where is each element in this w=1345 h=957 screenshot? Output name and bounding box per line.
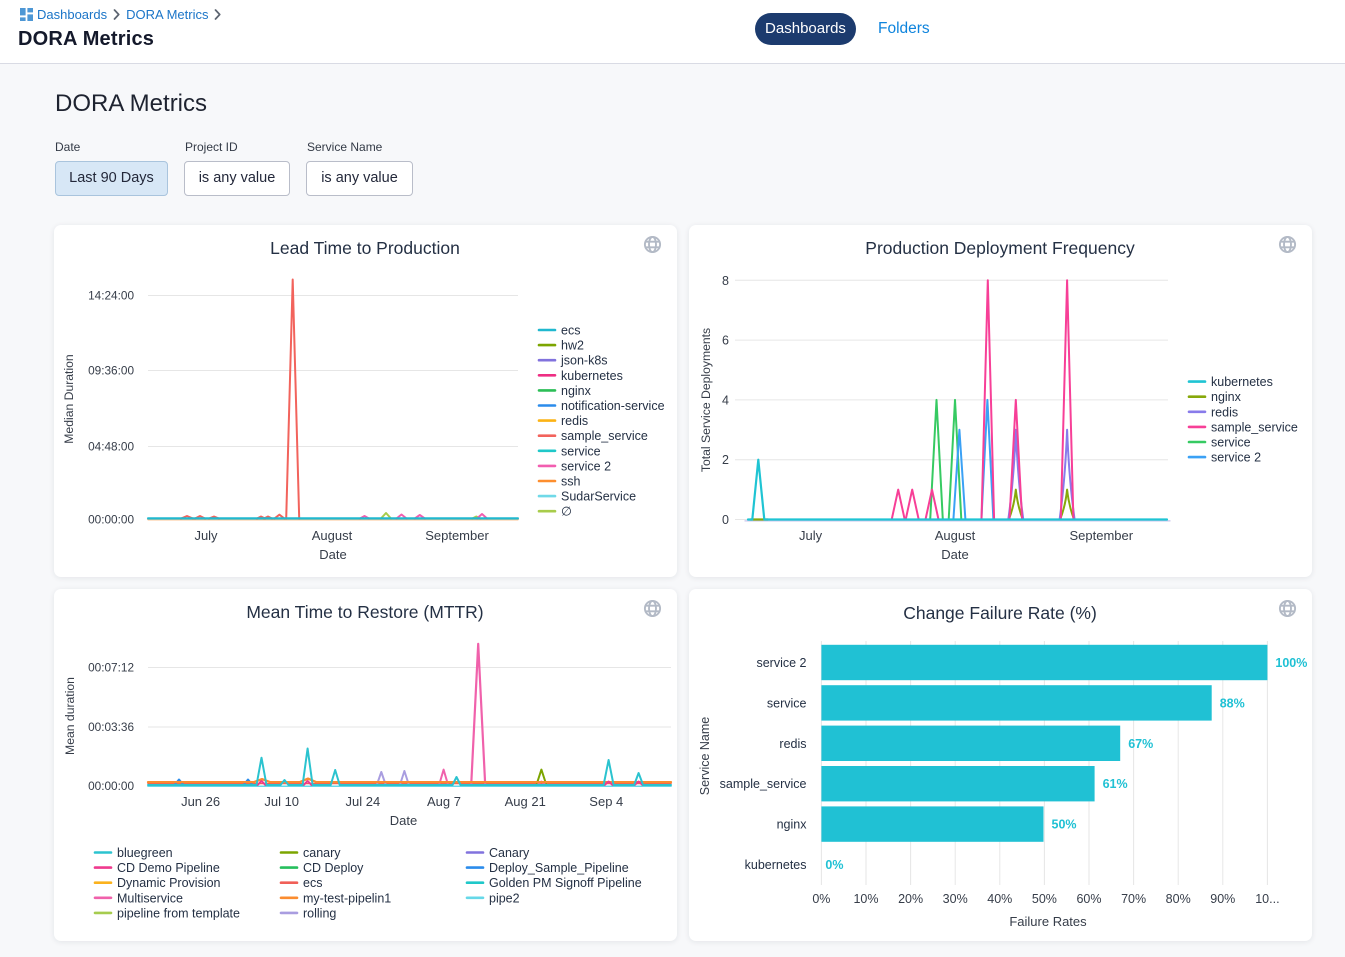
svg-text:redis: redis (1211, 405, 1238, 419)
svg-text:Median Duration: Median Duration (62, 354, 76, 443)
svg-text:100%: 100% (1275, 656, 1307, 670)
svg-text:notification-service: notification-service (561, 399, 665, 413)
svg-text:canary: canary (303, 846, 341, 860)
svg-text:July: July (799, 528, 823, 543)
svg-text:service 2: service 2 (561, 459, 611, 473)
svg-text:80%: 80% (1166, 892, 1191, 906)
svg-text:00:03:36: 00:03:36 (88, 720, 134, 734)
svg-text:pipe2: pipe2 (489, 891, 520, 905)
svg-text:50%: 50% (1052, 818, 1077, 832)
svg-text:json-k8s: json-k8s (560, 354, 608, 368)
svg-text:July: July (194, 528, 218, 543)
svg-text:service: service (767, 696, 807, 710)
svg-text:Service Name: Service Name (698, 717, 712, 796)
svg-text:30%: 30% (943, 892, 968, 906)
svg-text:Date: Date (390, 813, 417, 828)
svg-text:2: 2 (722, 453, 729, 467)
svg-text:∅: ∅ (561, 505, 572, 519)
svg-text:Change Failure Rate (%): Change Failure Rate (%) (903, 603, 1097, 623)
svg-text:60%: 60% (1076, 892, 1101, 906)
svg-text:sample_service: sample_service (720, 777, 807, 791)
svg-text:Aug 21: Aug 21 (505, 794, 546, 809)
svg-text:service 2: service 2 (756, 656, 806, 670)
svg-text:6: 6 (722, 334, 729, 348)
svg-text:61%: 61% (1103, 777, 1128, 791)
svg-text:Jul 10: Jul 10 (264, 794, 299, 809)
svg-text:90%: 90% (1210, 892, 1235, 906)
svg-text:Failure Rates: Failure Rates (1009, 914, 1087, 929)
svg-text:Aug 7: Aug 7 (427, 794, 461, 809)
svg-text:ecs: ecs (303, 876, 322, 890)
svg-text:Sep 4: Sep 4 (589, 794, 623, 809)
svg-text:hw2: hw2 (561, 339, 584, 353)
svg-text:8: 8 (722, 274, 729, 288)
svg-text:my-test-pipelin1: my-test-pipelin1 (303, 891, 391, 905)
svg-text:Production Deployment Frequenc: Production Deployment Frequency (865, 238, 1135, 258)
svg-text:Canary: Canary (489, 846, 530, 860)
svg-text:4: 4 (722, 393, 729, 407)
svg-text:Date: Date (319, 547, 346, 562)
svg-text:nginx: nginx (561, 384, 592, 398)
svg-text:40%: 40% (987, 892, 1012, 906)
svg-text:SudarService: SudarService (561, 490, 636, 504)
svg-text:Total Service Deployments: Total Service Deployments (699, 328, 713, 472)
svg-text:Multiservice: Multiservice (117, 891, 183, 905)
svg-text:ssh: ssh (561, 475, 581, 489)
svg-text:Deploy_Sample_Pipeline: Deploy_Sample_Pipeline (489, 861, 629, 875)
svg-text:redis: redis (561, 414, 588, 428)
svg-text:service: service (1211, 436, 1251, 450)
svg-text:70%: 70% (1121, 892, 1146, 906)
svg-text:Dynamic Provision: Dynamic Provision (117, 876, 221, 890)
svg-text:bluegreen: bluegreen (117, 846, 173, 860)
svg-text:nginx: nginx (777, 818, 808, 832)
svg-text:Jun 26: Jun 26 (181, 794, 220, 809)
svg-text:sample_service: sample_service (1211, 420, 1298, 434)
svg-text:67%: 67% (1128, 737, 1153, 751)
svg-text:20%: 20% (898, 892, 923, 906)
svg-text:0: 0 (722, 513, 729, 527)
svg-text:00:00:00: 00:00:00 (88, 779, 134, 793)
svg-text:04:48:00: 04:48:00 (88, 440, 134, 454)
svg-text:09:36:00: 09:36:00 (88, 364, 134, 378)
svg-text:redis: redis (779, 737, 806, 751)
svg-text:CD Demo Pipeline: CD Demo Pipeline (117, 861, 220, 875)
svg-text:10%: 10% (853, 892, 878, 906)
svg-text:September: September (425, 528, 489, 543)
svg-text:0%: 0% (812, 892, 830, 906)
svg-text:Mean duration: Mean duration (63, 677, 77, 755)
svg-text:Date: Date (941, 547, 968, 562)
svg-text:service: service (561, 444, 601, 458)
svg-text:CD Deploy: CD Deploy (303, 861, 364, 875)
svg-text:ecs: ecs (561, 324, 580, 338)
svg-text:10...: 10... (1255, 892, 1279, 906)
svg-text:nginx: nginx (1211, 390, 1242, 404)
svg-text:88%: 88% (1220, 696, 1245, 710)
svg-text:August: August (935, 528, 976, 543)
svg-text:14:24:00: 14:24:00 (88, 289, 134, 303)
svg-text:50%: 50% (1032, 892, 1057, 906)
svg-text:Lead Time to Production: Lead Time to Production (270, 238, 460, 258)
svg-text:Jul 24: Jul 24 (346, 794, 381, 809)
svg-text:rolling: rolling (303, 906, 336, 920)
svg-text:September: September (1070, 528, 1134, 543)
svg-text:service 2: service 2 (1211, 451, 1261, 465)
svg-text:0%: 0% (825, 858, 843, 872)
svg-text:Mean Time to Restore (MTTR): Mean Time to Restore (MTTR) (246, 602, 483, 622)
svg-text:kubernetes: kubernetes (1211, 375, 1273, 389)
svg-text:kubernetes: kubernetes (745, 858, 807, 872)
svg-text:sample_service: sample_service (561, 429, 648, 443)
svg-text:August: August (312, 528, 353, 543)
svg-text:00:07:12: 00:07:12 (88, 661, 134, 675)
svg-text:Golden PM Signoff Pipeline: Golden PM Signoff Pipeline (489, 876, 642, 890)
svg-text:pipeline from template: pipeline from template (117, 906, 240, 920)
svg-text:00:00:00: 00:00:00 (88, 513, 134, 527)
svg-text:kubernetes: kubernetes (561, 369, 623, 383)
